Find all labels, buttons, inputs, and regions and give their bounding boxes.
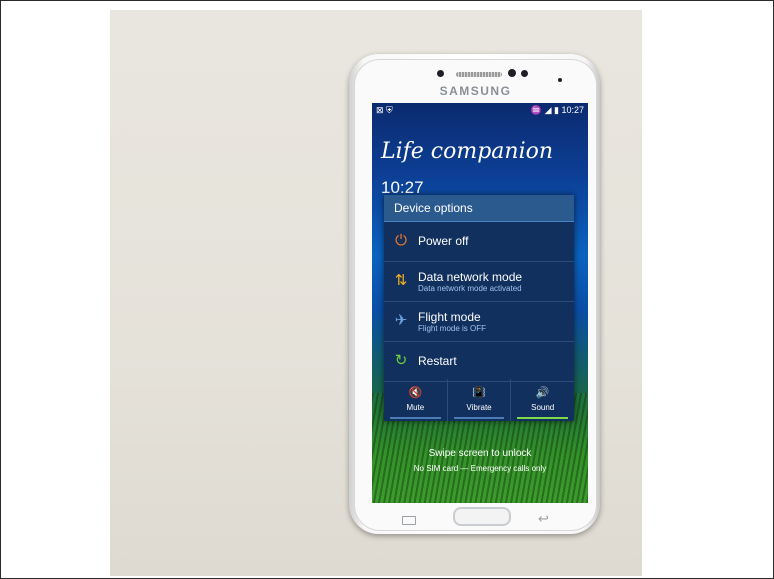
lockscreen-tagline: Life companion (381, 139, 554, 164)
status-time: 10:27 (561, 105, 584, 115)
status-bar: ⊠ ⛨ ♒ ◢ ▮ 10:27 (372, 103, 588, 119)
option-label: Restart (418, 354, 457, 368)
sound-label: Sound (531, 403, 555, 412)
status-right: ♒ ◢ ▮ 10:27 (531, 105, 584, 116)
sim-status: No SIM card — Emergency calls only (413, 464, 547, 473)
option-sublabel: Data network mode activated (418, 284, 522, 293)
swipe-hint: Swipe screen to unlock (428, 448, 532, 459)
option-label: Data network mode (418, 270, 523, 284)
restart-icon: ↻ (394, 352, 408, 369)
sound-indicator (517, 417, 569, 419)
airplane-icon: ✈ (394, 312, 408, 329)
option-sublabel: Flight mode is OFF (418, 324, 487, 333)
proximity-sensor-icon (437, 70, 444, 77)
photo: SAMSUNG ⊠ ⛨ ♒ ◢ ▮ 10:27 Life companion 1… (110, 10, 642, 576)
status-icons: ♒ ◢ ▮ (530, 105, 559, 115)
restart-option[interactable]: ↻ Restart (384, 342, 574, 382)
earpiece-grille (456, 72, 502, 77)
front-camera-icon (508, 69, 516, 77)
dialog-title: Device options (384, 195, 574, 222)
mute-indicator (390, 417, 441, 419)
power-off-option[interactable]: ⏻ Power off (384, 222, 574, 262)
flight-mode-option[interactable]: ✈ Flight mode Flight mode is OFF (384, 302, 574, 342)
image-frame: SAMSUNG ⊠ ⛨ ♒ ◢ ▮ 10:27 Life companion 1… (0, 0, 774, 579)
back-key-icon[interactable]: ↩ (538, 511, 549, 527)
lock-screen[interactable]: ⊠ ⛨ ♒ ◢ ▮ 10:27 Life companion 10:27 Dev… (372, 103, 588, 503)
menu-key-icon[interactable] (402, 516, 416, 525)
light-sensor-icon (521, 70, 528, 77)
mute-button[interactable]: 🔇 Mute (384, 379, 448, 421)
notification-icons: ⊠ ⛨ (376, 105, 393, 115)
option-label: Flight mode (418, 310, 481, 324)
home-button[interactable] (453, 507, 511, 526)
sound-icon: 🔊 (535, 387, 550, 399)
power-icon: ⏻ (395, 232, 407, 249)
vibrate-label: Vibrate (466, 403, 492, 412)
data-network-icon: ⇅ (394, 272, 408, 289)
option-label: Power off (418, 234, 469, 248)
sound-mode-bar: 🔇 Mute 📳 Vibrate 🔊 Sound (384, 379, 574, 421)
vibrate-icon: 📳 (472, 387, 486, 399)
sound-button[interactable]: 🔊 Sound (511, 379, 574, 421)
phone-body: SAMSUNG ⊠ ⛨ ♒ ◢ ▮ 10:27 Life companion 1… (349, 54, 600, 534)
led-indicator-icon (558, 78, 562, 82)
device-options-dialog: Device options ⏻ Power off ⇅ Data networ… (384, 195, 574, 421)
vibrate-button[interactable]: 📳 Vibrate (448, 379, 512, 421)
phone-front: SAMSUNG ⊠ ⛨ ♒ ◢ ▮ 10:27 Life companion 1… (354, 59, 597, 531)
brand-logo: SAMSUNG (439, 84, 512, 98)
vibrate-indicator (453, 417, 505, 419)
mute-label: Mute (406, 403, 425, 412)
mute-icon: 🔇 (408, 387, 423, 399)
data-network-mode-option[interactable]: ⇅ Data network mode Data network mode ac… (384, 262, 574, 302)
